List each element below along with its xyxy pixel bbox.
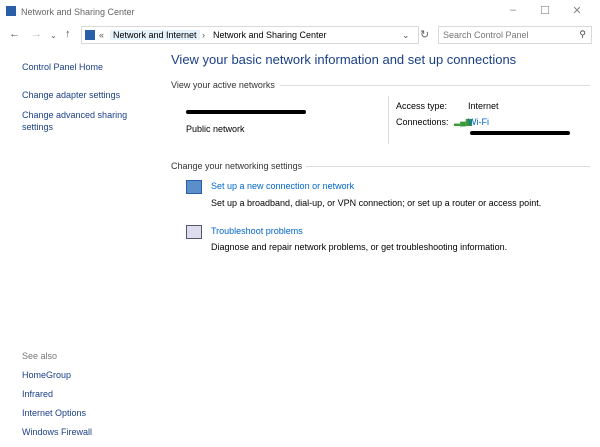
address-icon (85, 30, 95, 40)
minimize-button[interactable]: – (506, 4, 520, 18)
connections-label: Connections: (396, 117, 449, 127)
network-name-redacted (186, 110, 306, 114)
chevron-down-icon[interactable]: ⌄ (402, 30, 410, 41)
back-button[interactable]: ← (9, 28, 20, 40)
chevron-right-icon: › (202, 30, 205, 40)
divider (306, 166, 590, 167)
app-icon (6, 6, 16, 16)
internet-options-link[interactable]: Internet Options (22, 408, 86, 418)
search-input[interactable]: Search Control Panel ⚲ (438, 26, 592, 44)
setup-connection-desc: Set up a broadband, dial-up, or VPN conn… (211, 198, 542, 208)
see-also-label: See also (22, 351, 58, 361)
new-connection-icon (186, 180, 202, 194)
window-title: Network and Sharing Center (21, 7, 135, 17)
active-networks-header: View your active networks (171, 80, 275, 90)
forward-button[interactable]: → (31, 28, 42, 40)
access-type-value: Internet (468, 101, 499, 111)
troubleshoot-link[interactable]: Troubleshoot problems (211, 226, 303, 236)
control-panel-home-link[interactable]: Control Panel Home (22, 62, 103, 72)
infrared-link[interactable]: Infrared (22, 389, 53, 399)
crumb-network-sharing[interactable]: Network and Sharing Center (213, 30, 327, 40)
troubleshoot-icon (186, 225, 202, 239)
change-sharing-link[interactable]: Change advanced sharing settings (22, 109, 142, 133)
up-button[interactable]: ↑ (65, 28, 71, 40)
change-adapter-link[interactable]: Change adapter settings (22, 90, 120, 100)
refresh-button[interactable]: ↻ (420, 28, 429, 41)
network-type: Public network (186, 124, 245, 134)
troubleshoot-desc: Diagnose and repair network problems, or… (211, 242, 508, 252)
vertical-divider (388, 96, 389, 144)
ssid-redacted[interactable] (470, 131, 570, 135)
overflow-crumb[interactable]: « (99, 30, 104, 40)
change-settings-header: Change your networking settings (171, 161, 303, 171)
windows-firewall-link[interactable]: Windows Firewall (22, 427, 92, 437)
divider (280, 85, 590, 86)
search-icon: ⚲ (579, 29, 586, 39)
page-title: View your basic network information and … (171, 52, 517, 67)
address-bar[interactable]: « Network and Internet › Network and Sha… (81, 26, 419, 44)
search-placeholder: Search Control Panel (443, 30, 529, 40)
crumb-network-internet[interactable]: Network and Internet (110, 30, 200, 40)
recent-dropdown[interactable]: ⌄ (50, 31, 57, 40)
maximize-button[interactable]: ☐ (538, 4, 552, 18)
close-button[interactable]: ✕ (570, 4, 584, 18)
wifi-connection-link[interactable]: Wi-Fi (468, 117, 489, 127)
setup-connection-link[interactable]: Set up a new connection or network (211, 181, 354, 191)
access-type-label: Access type: (396, 101, 448, 111)
homegroup-link[interactable]: HomeGroup (22, 370, 71, 380)
